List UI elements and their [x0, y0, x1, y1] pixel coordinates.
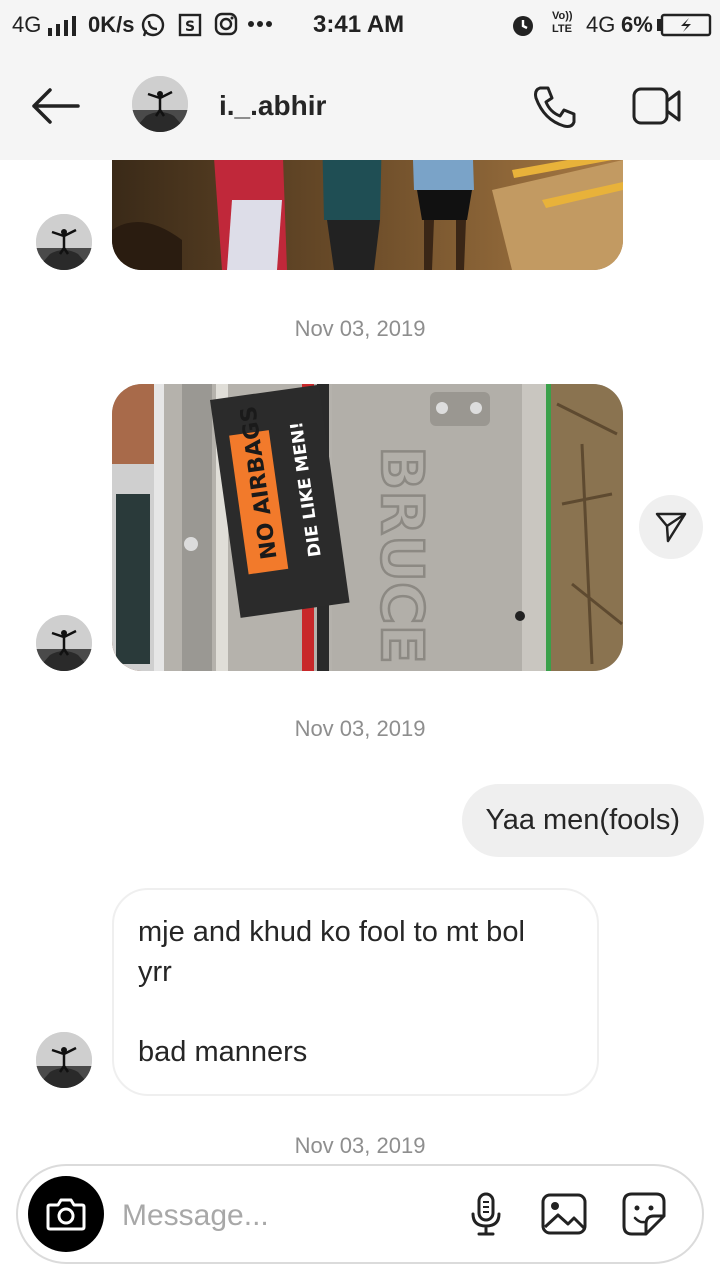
send-paper-plane-icon — [655, 512, 687, 543]
incoming-message[interactable]: mje and khud ko fool to mt bol yrr bad m… — [112, 888, 599, 1096]
instagram-notification-icon — [214, 12, 238, 36]
back-arrow-icon[interactable] — [32, 88, 80, 124]
sender-avatar[interactable] — [36, 615, 92, 671]
video-camera-icon[interactable] — [632, 86, 682, 126]
message-composer — [16, 1164, 704, 1264]
chat-header: i._.abhir — [0, 52, 720, 160]
sender-avatar[interactable] — [36, 214, 92, 270]
date-divider: Nov 03, 2019 — [294, 716, 426, 741]
network-type-2: 4G — [586, 12, 616, 37]
battery-icon — [657, 13, 712, 37]
outgoing-message[interactable]: Yaa men(fools) — [461, 784, 704, 857]
message-line: yrr — [138, 956, 172, 988]
chat-username[interactable]: i._.abhir — [219, 90, 326, 122]
shared-photo-walking[interactable] — [112, 160, 623, 270]
camera-button[interactable] — [28, 1176, 104, 1252]
date-divider: Nov 03, 2019 — [294, 316, 426, 341]
status-bar: 4G 0K/s S 3:41 AM Vo)) LTE 4G 6% — [0, 0, 720, 52]
phone-icon[interactable] — [532, 84, 578, 130]
message-line: bad manners — [138, 1036, 308, 1068]
screenshot-icon: S — [178, 13, 202, 37]
profile-avatar[interactable] — [132, 76, 188, 132]
chat-thread[interactable]: Nov 03, 2019 NO AIRBAGS DIE LIKE MEN! BR… — [0, 160, 720, 1160]
battery-percent: 6% — [621, 12, 653, 37]
clock: 3:41 AM — [313, 11, 405, 38]
message-line: mje and khud ko fool to mt bol — [138, 916, 525, 948]
embossed-brand-text: BRUCE — [368, 446, 436, 664]
whatsapp-icon — [141, 13, 165, 37]
microphone-icon[interactable] — [462, 1190, 510, 1238]
camera-icon — [46, 1198, 86, 1231]
volte-indicator: Vo)) LTE — [552, 10, 573, 35]
shared-photo-car-sticker[interactable]: NO AIRBAGS DIE LIKE MEN! BRUCE — [112, 384, 623, 671]
sticker-icon[interactable] — [620, 1190, 668, 1238]
svg-text:S: S — [185, 19, 195, 35]
signal-icon — [48, 16, 76, 36]
image-gallery-icon[interactable] — [540, 1190, 588, 1238]
date-divider: Nov 03, 2019 — [294, 1133, 426, 1158]
message-input[interactable] — [122, 1194, 422, 1238]
network-speed: 0K/s — [88, 12, 135, 37]
share-photo-button[interactable] — [639, 495, 703, 559]
more-notifications-icon — [248, 21, 272, 27]
alarm-icon — [513, 16, 533, 36]
network-type: 4G — [12, 12, 42, 37]
sender-avatar[interactable] — [36, 1032, 92, 1088]
